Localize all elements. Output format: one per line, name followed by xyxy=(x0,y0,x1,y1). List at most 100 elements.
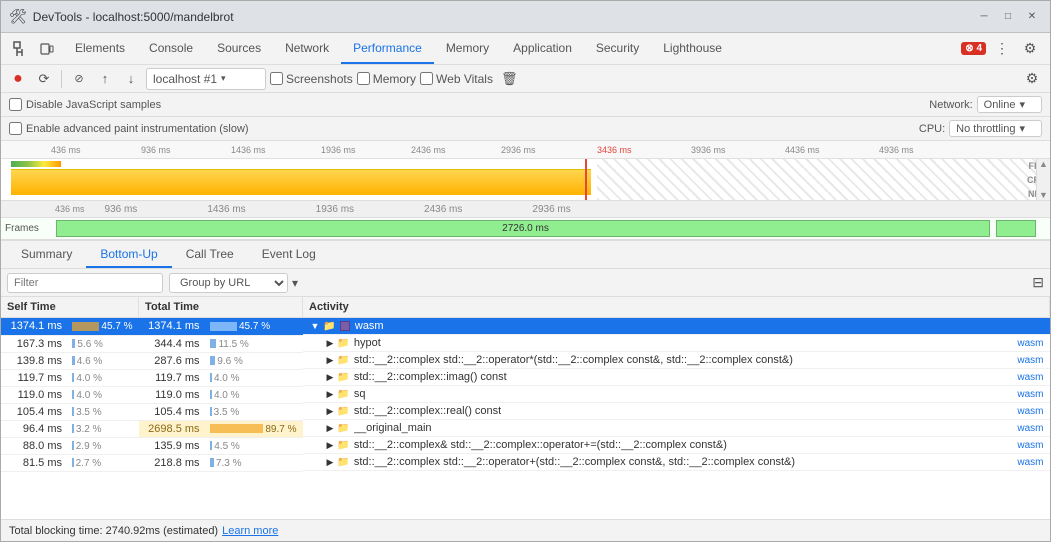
screenshots-checkbox-label[interactable]: Screenshots xyxy=(270,72,353,86)
scroll-down-arrow[interactable]: ▼ xyxy=(1039,190,1048,200)
timeline: 436 ms 936 ms 1436 ms 1936 ms 2436 ms 29… xyxy=(1,141,1050,241)
reload-profile-button[interactable]: ⟳ xyxy=(33,68,55,90)
disable-js-samples-checkbox[interactable] xyxy=(9,98,22,111)
expand-arrow[interactable]: ▶ xyxy=(327,355,334,366)
total-time-cell: 119.0 ms xyxy=(139,386,204,403)
table-row[interactable]: 167.3 ms5.6 %344.4 ms11.5 %▶📁hypotwasm xyxy=(1,335,1050,352)
expand-arrow[interactable]: ▶ xyxy=(327,406,334,417)
wasm-link[interactable]: wasm xyxy=(1017,355,1043,366)
web-vitals-checkbox-label[interactable]: Web Vitals xyxy=(420,72,493,86)
tab-event-log[interactable]: Event Log xyxy=(248,241,330,268)
total-pct-bar xyxy=(210,390,212,399)
window-controls: ─ □ ✕ xyxy=(974,7,1042,27)
expand-arrow[interactable]: ▶ xyxy=(327,423,334,434)
tab-security[interactable]: Security xyxy=(584,33,651,64)
filter-bar: Group by URL ▾ ⊟ xyxy=(1,269,1050,297)
cpu-dropdown[interactable]: No throttling ▾ xyxy=(949,120,1042,137)
wasm-link[interactable]: wasm xyxy=(1017,457,1043,468)
activity-name: std::__2::complex::real() const xyxy=(354,405,501,417)
settings-gear-button[interactable]: ⚙ xyxy=(1020,67,1044,91)
total-pct-text: 9.6 % xyxy=(217,356,243,367)
upload-button[interactable]: ↑ xyxy=(94,68,116,90)
table-row[interactable]: 119.7 ms4.0 %119.7 ms4.0 %▶📁std::__2::co… xyxy=(1,369,1050,386)
timeline-ruler-2[interactable]: 436 ms 936 ms 1436 ms 1936 ms 2436 ms 29… xyxy=(1,200,1050,218)
wasm-link[interactable]: wasm xyxy=(1017,389,1043,400)
activity-cell: ▶📁sqwasm xyxy=(303,386,1050,403)
minimize-button[interactable]: ─ xyxy=(974,7,994,27)
web-vitals-checkbox[interactable] xyxy=(420,72,433,85)
clear-button[interactable]: 🗑 xyxy=(497,69,522,89)
timeline-scroll[interactable]: ▲ ▼ xyxy=(1036,159,1050,200)
expand-panel-button[interactable]: ⊟ xyxy=(1032,274,1044,291)
expand-arrow[interactable]: ▶ xyxy=(327,389,334,400)
tab-memory[interactable]: Memory xyxy=(434,33,501,64)
web-vitals-label: Web Vitals xyxy=(436,72,493,86)
close-button[interactable]: ✕ xyxy=(1022,7,1042,27)
error-badge: ⊗ 4 xyxy=(961,42,986,55)
maximize-button[interactable]: □ xyxy=(998,7,1018,27)
tab-network[interactable]: Network xyxy=(273,33,341,64)
tab-console[interactable]: Console xyxy=(137,33,205,64)
performance-table: Self Time Total Time Activity 1374.1 ms4… xyxy=(1,297,1050,472)
tab-performance[interactable]: Performance xyxy=(341,33,434,64)
total-pct-text: 11.5 % xyxy=(218,339,248,350)
download-button[interactable]: ↓ xyxy=(120,68,142,90)
activity-cell: ▶📁__original_mainwasm xyxy=(303,420,1050,437)
tab-summary[interactable]: Summary xyxy=(7,241,86,268)
table-row[interactable]: 139.8 ms4.6 %287.6 ms9.6 %▶📁std::__2::co… xyxy=(1,352,1050,369)
learn-more-link[interactable]: Learn more xyxy=(222,525,278,537)
total-pct-cell: 89.7 % xyxy=(204,420,303,437)
network-control: Network: Online ▾ xyxy=(929,96,1042,113)
enable-paint-checkbox[interactable] xyxy=(9,122,22,135)
timeline-ruler-1[interactable]: 436 ms 936 ms 1436 ms 1936 ms 2436 ms 29… xyxy=(1,141,1050,159)
tab-call-tree[interactable]: Call Tree xyxy=(172,241,248,268)
wasm-link[interactable]: wasm xyxy=(1017,423,1043,434)
table-row[interactable]: 119.0 ms 4.0 % 119.0 ms 4.0 % ▶📁sqwasm xyxy=(1,386,1050,403)
table-row[interactable]: 105.4 ms3.5 %105.4 ms3.5 %▶📁std::__2::co… xyxy=(1,403,1050,420)
wasm-link[interactable]: wasm xyxy=(1017,372,1043,383)
tab-application[interactable]: Application xyxy=(501,33,584,64)
table-row[interactable]: 96.4 ms3.2 %2698.5 ms89.7 %▶📁__original_… xyxy=(1,420,1050,437)
wasm-link[interactable]: wasm xyxy=(1017,440,1043,451)
wasm-link[interactable]: wasm xyxy=(1017,406,1043,417)
device-toolbar-button[interactable] xyxy=(35,37,59,61)
filter-input[interactable] xyxy=(7,273,163,293)
memory-checkbox-label[interactable]: Memory xyxy=(357,72,416,86)
expand-arrow[interactable]: ▶ xyxy=(327,440,334,451)
inspect-element-button[interactable] xyxy=(9,37,33,61)
wasm-link[interactable]: wasm xyxy=(1017,338,1043,349)
network-dropdown[interactable]: Online ▾ xyxy=(977,96,1042,113)
tab-lighthouse[interactable]: Lighthouse xyxy=(651,33,734,64)
settings-button[interactable]: ⚙ xyxy=(1018,37,1042,61)
tab-elements[interactable]: Elements xyxy=(63,33,137,64)
self-pct-cell: 4.6 % xyxy=(66,352,139,369)
tick-3436: 3436 ms xyxy=(597,145,632,155)
data-table[interactable]: Self Time Total Time Activity 1374.1 ms4… xyxy=(1,297,1050,519)
enable-paint-label[interactable]: Enable advanced paint instrumentation (s… xyxy=(9,122,249,135)
table-row[interactable]: 1374.1 ms45.7 %1374.1 ms45.7 %▼📁wasm xyxy=(1,318,1050,336)
screenshots-checkbox[interactable] xyxy=(270,72,283,85)
stop-button[interactable]: ⊘ xyxy=(68,68,90,90)
record-button[interactable]: ● xyxy=(7,68,29,90)
tab-sources[interactable]: Sources xyxy=(205,33,273,64)
devtools-logo: 🛠 xyxy=(9,8,27,25)
expand-arrow[interactable]: ▶ xyxy=(327,457,334,468)
total-pct-text: 4.0 % xyxy=(214,390,240,401)
table-row[interactable]: 81.5 ms2.7 %218.8 ms7.3 %▶📁std::__2::com… xyxy=(1,454,1050,471)
table-row[interactable]: 88.0 ms2.9 %135.9 ms4.5 %▶📁std::__2::com… xyxy=(1,437,1050,454)
total-pct-cell: 3.5 % xyxy=(204,403,303,420)
timeline-tracks[interactable]: FPS CPU NET ▲ ▼ xyxy=(1,159,1050,200)
total-pct-text: 3.5 % xyxy=(214,407,240,418)
scroll-up-arrow[interactable]: ▲ xyxy=(1039,159,1048,169)
customize-button[interactable]: ⋮ xyxy=(990,37,1014,61)
expand-arrow[interactable]: ▶ xyxy=(327,338,334,349)
url-dropdown-icon[interactable]: ▾ xyxy=(221,73,226,84)
disable-js-samples-label[interactable]: Disable JavaScript samples xyxy=(9,98,161,111)
expand-arrow[interactable]: ▼ xyxy=(311,321,320,331)
group-by-dropdown[interactable]: Group by URL xyxy=(169,273,288,293)
tab-bottom-up[interactable]: Bottom-Up xyxy=(86,241,171,268)
self-time-cell: 119.0 ms xyxy=(1,386,66,403)
memory-checkbox[interactable] xyxy=(357,72,370,85)
expand-arrow[interactable]: ▶ xyxy=(327,372,334,383)
self-pct-text: 4.0 % xyxy=(76,390,102,401)
